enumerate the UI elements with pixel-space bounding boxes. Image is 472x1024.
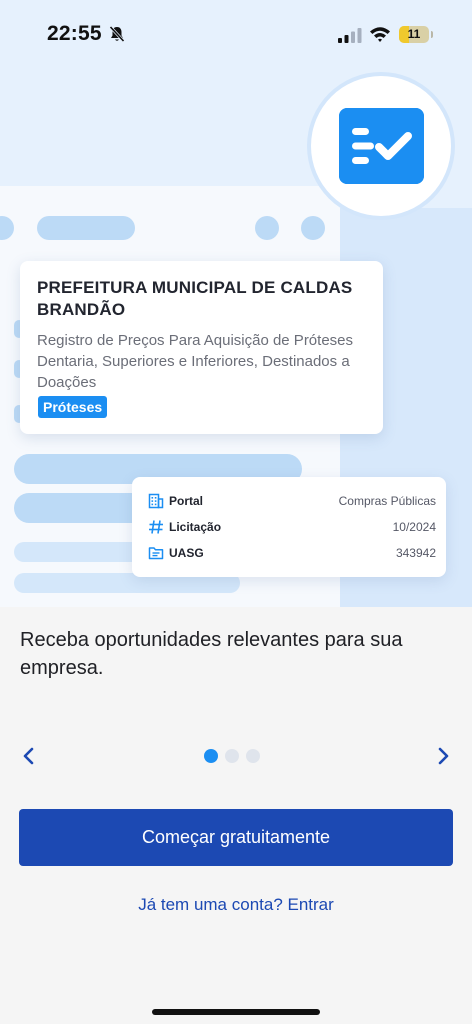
info-value: Compras Públicas [338,494,436,508]
start-free-button[interactable]: Começar gratuitamente [19,809,453,866]
status-time: 22:55 [47,22,102,45]
page-dot[interactable] [225,749,239,763]
info-row-licitacao: Licitação 10/2024 [132,517,446,537]
tender-preview-card: PREFEITURA MUNICIPAL DE CALDAS BRANDÃO R… [20,261,383,434]
info-label: UASG [169,546,204,560]
home-indicator[interactable] [152,1009,320,1015]
hash-icon [149,520,163,534]
category-tag: Próteses [38,396,108,418]
onboarding-illustration: 22:55 11 PREFEITURA MUNICIPAL DE CALDAS … [0,0,472,607]
onboarding-headline: Receba oportunidades relevantes para sua… [20,629,403,679]
chevron-left-icon[interactable] [19,745,39,767]
info-label: Portal [169,494,204,508]
building-icon [148,493,164,509]
cellular-signal-icon [338,28,362,43]
chevron-right-icon[interactable] [433,745,453,767]
page-dot[interactable] [246,749,260,763]
skeleton-bar [255,216,279,240]
battery-tip [431,31,433,38]
tender-info-card: Portal Compras Públicas Licitação 10/202… [132,477,446,577]
info-row-uasg: UASG 343942 [132,543,446,563]
checklist-icon [339,108,424,184]
tender-description: Registro de Preços Para Aquisição de Pró… [37,332,354,391]
battery-level: 11 [407,27,421,41]
skeleton-bar [37,216,135,240]
info-value: 343942 [395,546,436,560]
page-indicator [204,749,264,763]
skeleton-bar [301,216,325,240]
status-bar: 22:55 11 [0,0,472,70]
info-label: Licitação [169,520,222,534]
wifi-icon [370,27,390,42]
page-dot-active[interactable] [204,749,218,763]
info-value: 10/2024 [392,520,436,534]
battery-icon: 11 [399,26,429,43]
organization-title: PREFEITURA MUNICIPAL DE CALDAS BRANDÃO [37,278,353,319]
login-link[interactable]: Já tem uma conta? Entrar [0,893,472,917]
info-row-portal: Portal Compras Públicas [132,491,446,511]
folder-icon [148,547,164,560]
bell-slash-icon [109,25,125,43]
